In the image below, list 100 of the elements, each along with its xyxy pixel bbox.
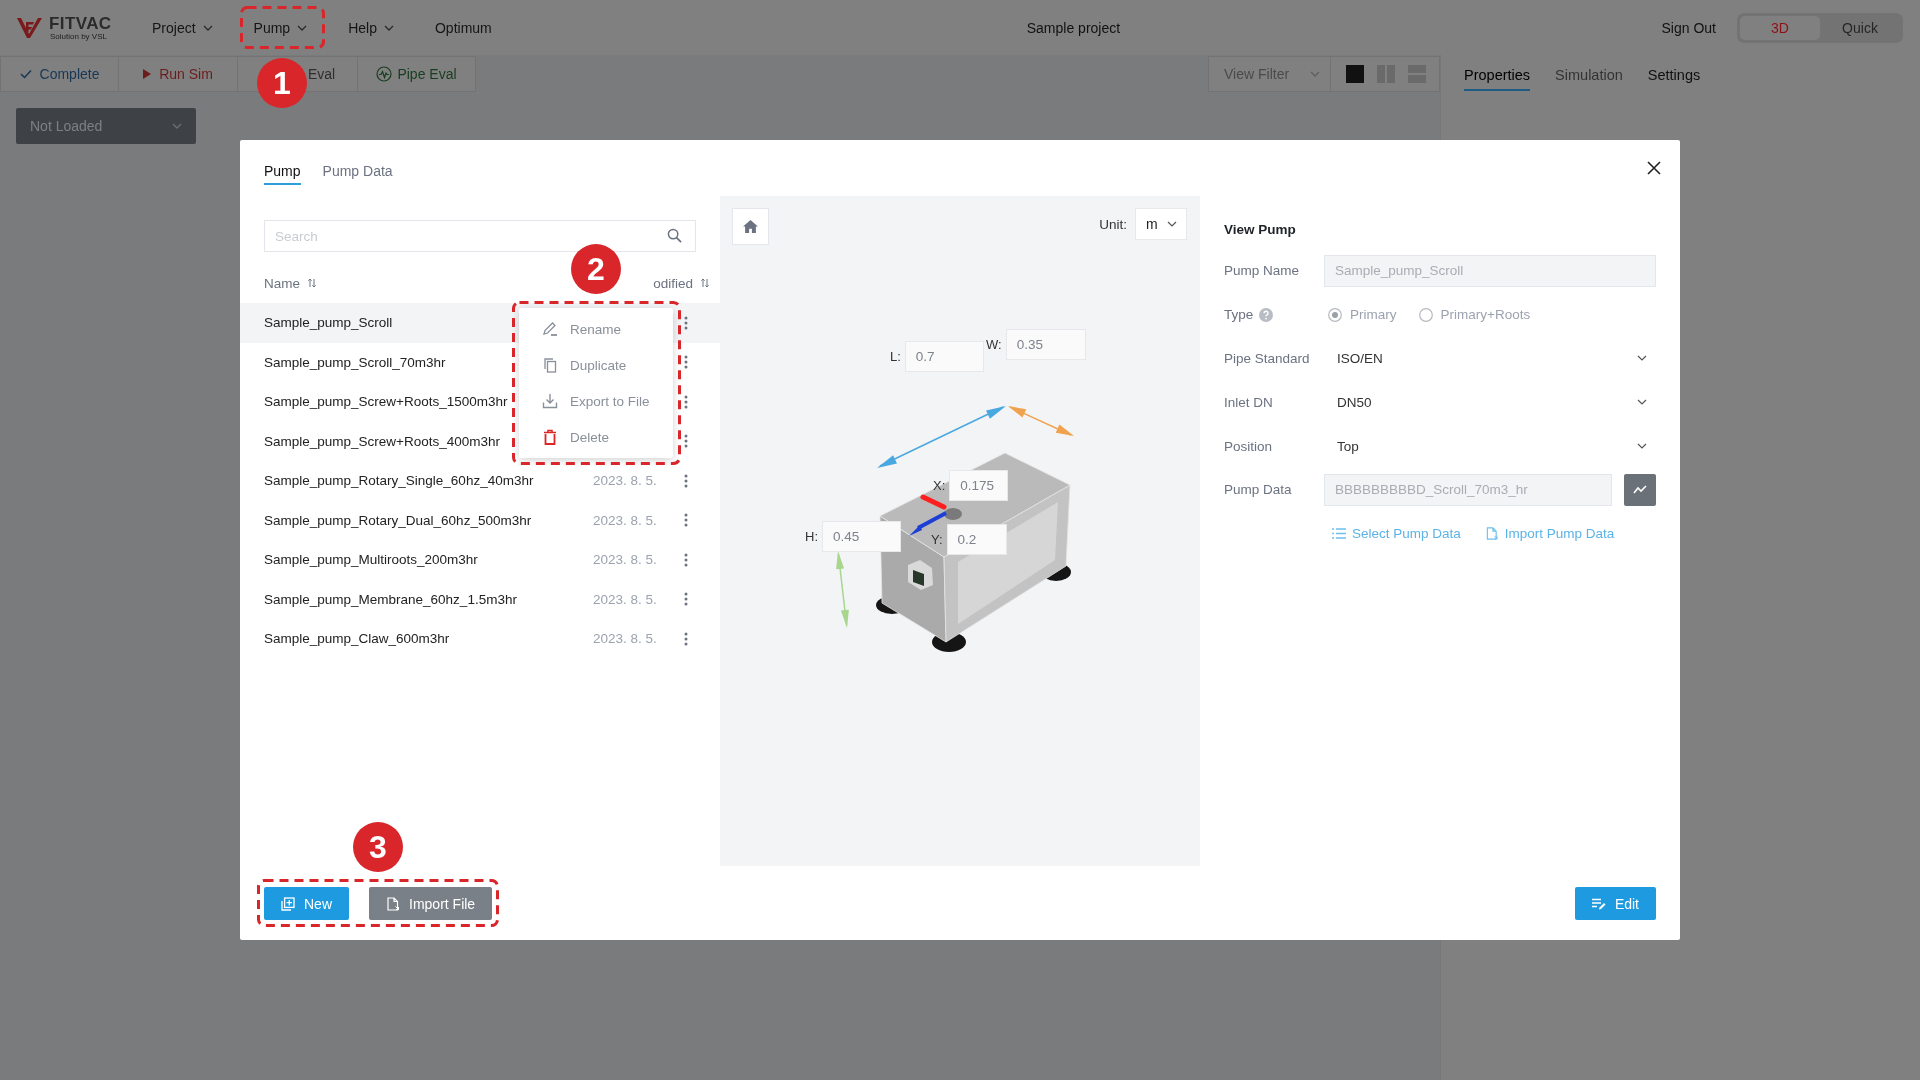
modified-date: 2023. 8. 5. [593,473,657,489]
modified-date: 2023. 8. 5. [593,631,657,647]
section-title: View Pump [1224,221,1297,239]
sort-arrows-icon [308,278,316,288]
field-label: Pipe Standard [1224,351,1310,366]
dimension-field[interactable]: 0.35 [1005,329,1086,360]
column-header[interactable]: Name [264,275,316,291]
logo-icon [16,15,44,40]
more-icon[interactable] [684,513,688,528]
field-label: Inlet DN [1224,394,1273,410]
menu-item[interactable]: Delete [519,419,673,455]
dimension-field[interactable]: 0.7 [904,341,984,372]
dropdown-field[interactable]: DN50 [1324,386,1656,419]
download-icon [542,393,558,409]
more-icon[interactable] [684,552,688,567]
pencil-icon [542,321,558,337]
chevron-down-icon [1637,443,1647,450]
view-mode-tab[interactable]: 3D [1740,15,1820,40]
dialog-tab[interactable]: Pump [264,159,301,185]
file-icon [1484,527,1499,541]
column-header[interactable]: odified [653,275,709,291]
dropdown-field[interactable]: Top [1324,430,1656,463]
checkmark-icon [19,69,32,79]
sort-arrows-icon [701,278,709,288]
dimension-field[interactable]: 0.175 [949,470,1009,501]
menu-item[interactable]: Export to File [519,383,673,419]
step-number: 1 [257,58,307,108]
panel-tab[interactable]: Settings [1647,67,1701,91]
dimension-label: L: [890,349,901,364]
more-icon[interactable] [684,434,688,449]
more-icon[interactable] [684,631,688,646]
chevron-down-icon [172,123,182,129]
y-axis-handle [909,511,947,536]
chevron-down-icon [1310,71,1320,77]
link[interactable]: Import Pump Data [1484,526,1615,542]
view-mode-tab[interactable]: Quick [1820,15,1900,40]
pump-name: Sample_pump_Scroll_70m3hr [264,354,446,370]
search-icon[interactable] [667,228,682,243]
pump-name: Sample_pump_Screw+Roots_1500m3hr [264,394,508,410]
dialog-tab[interactable]: Pump Data [322,159,393,185]
more-icon[interactable] [684,394,688,409]
pump-name: Sample_pump_Rotary_Single_60hz_40m3hr [264,473,534,489]
unit-label: Unit: [1099,216,1127,232]
modified-date: 2023. 8. 5. [593,552,657,568]
home-icon [743,220,758,233]
more-icon[interactable] [684,592,688,607]
unit-dropdown[interactable]: m [1135,208,1187,240]
chart-button[interactable] [1624,473,1656,506]
list-icon [1332,527,1346,541]
field-label: Pump Name [1224,263,1300,279]
dimension-label: Y: [931,532,943,547]
chevron-down-icon [383,24,394,31]
pump-name: Sample_pump_Membrane_60hz_1.5m3hr [264,591,517,607]
copy-icon [542,357,558,373]
panel-tab[interactable]: Properties [1464,67,1531,91]
project-title: Sample project [1026,19,1121,36]
dimension-field[interactable]: 0.45 [822,521,901,552]
field-label: Pump Data [1224,482,1292,498]
pump-name: Sample_pump_Screw+Roots_400m3hr [264,433,500,449]
field-label: Position [1224,438,1273,454]
pump-name: Sample_pump_Scroll [264,315,393,331]
pump-name: Sample_pump_Multiroots_200m3hr [264,552,478,568]
chevron-down-icon [202,24,213,31]
close-icon[interactable] [1647,161,1661,175]
model-dropdown[interactable]: Not Loaded [16,108,196,144]
import-file-button[interactable]: Import File [369,887,493,920]
add-icon [281,896,295,911]
logo-wordmark: FITVAC [49,14,112,32]
modified-date: 2023. 8. 5. [593,512,657,528]
dimension-label: X: [933,478,946,493]
chevron-down-icon [1167,221,1177,227]
toolbar-button[interactable]: Pipe Eval [357,56,476,92]
dropdown-field[interactable]: ISO/EN [1324,342,1656,375]
x-axis-handle [920,494,947,510]
sign-out-link[interactable]: Sign Out [1661,12,1716,43]
menu-item[interactable]: Optimum [434,12,492,43]
dimension-field[interactable]: 0.2 [946,524,1007,555]
link[interactable]: Select Pump Data [1332,526,1461,542]
edit-button[interactable]: Edit [1574,887,1656,920]
dimension-label: H: [805,529,818,544]
logo-tagline: Solution by VSL [50,32,108,41]
file-icon [386,896,400,911]
trend-line-icon [1633,484,1647,495]
more-icon[interactable] [684,315,688,330]
home-button[interactable] [732,208,769,245]
more-icon[interactable] [684,473,688,488]
pump-name: Sample_pump_Rotary_Dual_60hz_500m3hr [264,512,532,528]
pump-name: Sample_pump_Claw_600m3hr [264,631,450,647]
new-button[interactable]: New [264,887,349,920]
edit-icon [1591,896,1606,911]
menu-item[interactable]: Help [348,12,394,43]
field-label: Type [1224,307,1254,323]
more-icon[interactable] [684,355,688,370]
modified-date: 2023. 8. 5. [593,591,657,607]
menu-item[interactable]: Project [152,12,213,43]
dimension-label: W: [986,337,1002,352]
menu-item[interactable]: Duplicate [519,347,673,383]
toolbar-button[interactable]: Complete [0,56,119,92]
chevron-down-icon [1637,399,1647,406]
toolbar-button[interactable]: Run Sim [118,56,238,92]
